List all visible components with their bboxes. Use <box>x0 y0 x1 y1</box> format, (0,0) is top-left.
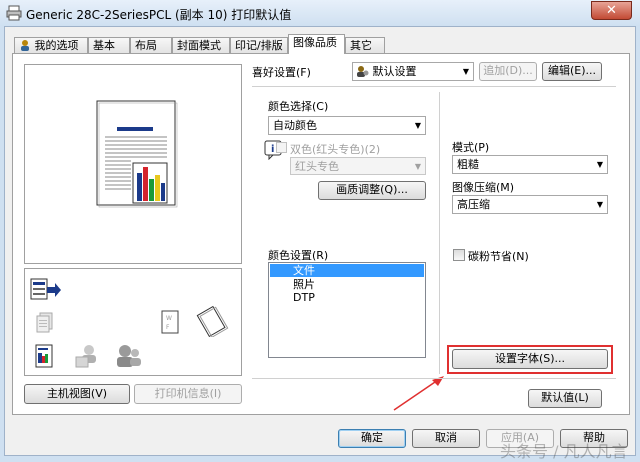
stacked-pages-icon <box>36 312 53 333</box>
chevron-down-icon: ▼ <box>596 200 603 209</box>
tray-output-icon[interactable] <box>29 277 63 303</box>
favorites-select[interactable]: 默认设置 ▼ <box>352 62 474 81</box>
printer-info-button: 打印机信息(I) <box>134 384 242 404</box>
dual-color-value: 红头专色 <box>295 160 339 173</box>
rotated-page-icon <box>196 305 229 337</box>
tab-layout[interactable]: 布局 <box>130 37 172 54</box>
separator <box>252 86 616 87</box>
window-title: Generic 28C-2SeriesPCL (副本 10) 打印默认值 <box>26 8 292 22</box>
color-select-label: 颜色选择(C) <box>268 100 329 113</box>
tab-label: 封面模式 <box>177 39 221 52</box>
pattern-value: 粗糙 <box>457 158 479 171</box>
list-item[interactable]: 照片 <box>293 278 315 291</box>
set-font-button[interactable]: 设置字体(S)... <box>452 349 608 369</box>
dual-color-dropdown: 红头专色 ▼ <box>290 157 426 175</box>
host-view-button[interactable]: 主机视图(V) <box>24 384 130 404</box>
tab-label: 图像品质 <box>293 36 337 49</box>
color-settings-listbox[interactable]: 文件 照片 DTP <box>268 262 426 358</box>
compression-label: 图像压缩(M) <box>452 181 515 194</box>
pattern-label: 模式(P) <box>452 141 490 154</box>
user-icon <box>21 40 29 51</box>
tab-other[interactable]: 其它 <box>345 37 385 54</box>
chevron-down-icon: ▼ <box>462 67 469 76</box>
color-select-value: 自动颜色 <box>273 119 317 132</box>
dual-color-label: 双色(红头专色)(2) <box>290 143 381 156</box>
watermark-page-icon: W F <box>161 310 179 334</box>
tab-my-options[interactable]: 我的选项 <box>14 37 88 54</box>
compression-value: 高压缩 <box>457 198 490 211</box>
tab-label: 基本 <box>93 39 115 52</box>
color-settings-label: 颜色设置(R) <box>268 249 329 262</box>
chevron-down-icon: ▼ <box>414 162 421 171</box>
tab-label: 我的选项 <box>34 39 79 52</box>
favorites-label: 喜好设置(F) <box>252 66 311 79</box>
tab-cover-mode[interactable]: 封面模式 <box>172 37 230 54</box>
favorites-value: 默认设置 <box>372 65 417 78</box>
user-auth-gray-icon <box>75 345 96 368</box>
list-item-selected[interactable]: 文件 <box>270 264 424 277</box>
account-track-gray-icon <box>117 345 141 367</box>
svg-text:i: i <box>271 144 274 155</box>
user-settings-icon <box>357 66 369 77</box>
chevron-down-icon: ▼ <box>414 121 421 130</box>
add-favorite-button: 追加(D)... <box>479 62 537 81</box>
tab-label: 布局 <box>135 39 157 52</box>
pattern-dropdown[interactable]: 粗糙 ▼ <box>452 155 608 174</box>
default-values-button[interactable]: 默认值(L) <box>528 389 602 408</box>
quality-adjust-button[interactable]: 画质调整(Q)... <box>318 181 426 200</box>
document-preview-image <box>96 100 178 208</box>
list-item[interactable]: DTP <box>293 291 315 304</box>
svg-text:F: F <box>166 324 170 331</box>
watermark-text: 头条号 / 凡人凡言 <box>500 442 628 461</box>
compression-dropdown[interactable]: 高压缩 ▼ <box>452 195 608 214</box>
edit-favorite-button[interactable]: 编辑(E)... <box>542 62 602 81</box>
toner-save-label: 碳粉节省(N) <box>468 250 529 263</box>
close-button[interactable]: ✕ <box>591 1 632 20</box>
dual-color-checkbox <box>276 142 287 153</box>
page-preview <box>24 64 242 264</box>
svg-text:W: W <box>166 315 172 322</box>
toner-save-checkbox[interactable] <box>453 249 465 261</box>
tab-label: 印记/排版 <box>235 39 283 52</box>
tab-image-quality[interactable]: 图像品质 <box>288 34 345 54</box>
printer-app-icon <box>6 5 22 21</box>
chevron-down-icon: ▼ <box>596 160 603 169</box>
tab-basic[interactable]: 基本 <box>88 37 130 54</box>
separator <box>252 378 616 379</box>
device-icons-panel: W F <box>24 268 242 376</box>
tab-stamp-composition[interactable]: 印记/排版 <box>230 37 288 54</box>
cancel-button[interactable]: 取消 <box>412 429 480 448</box>
color-document-icon <box>35 344 53 368</box>
tab-label: 其它 <box>350 39 372 52</box>
color-select-dropdown[interactable]: 自动颜色 ▼ <box>268 116 426 135</box>
ok-button[interactable]: 确定 <box>338 429 406 448</box>
